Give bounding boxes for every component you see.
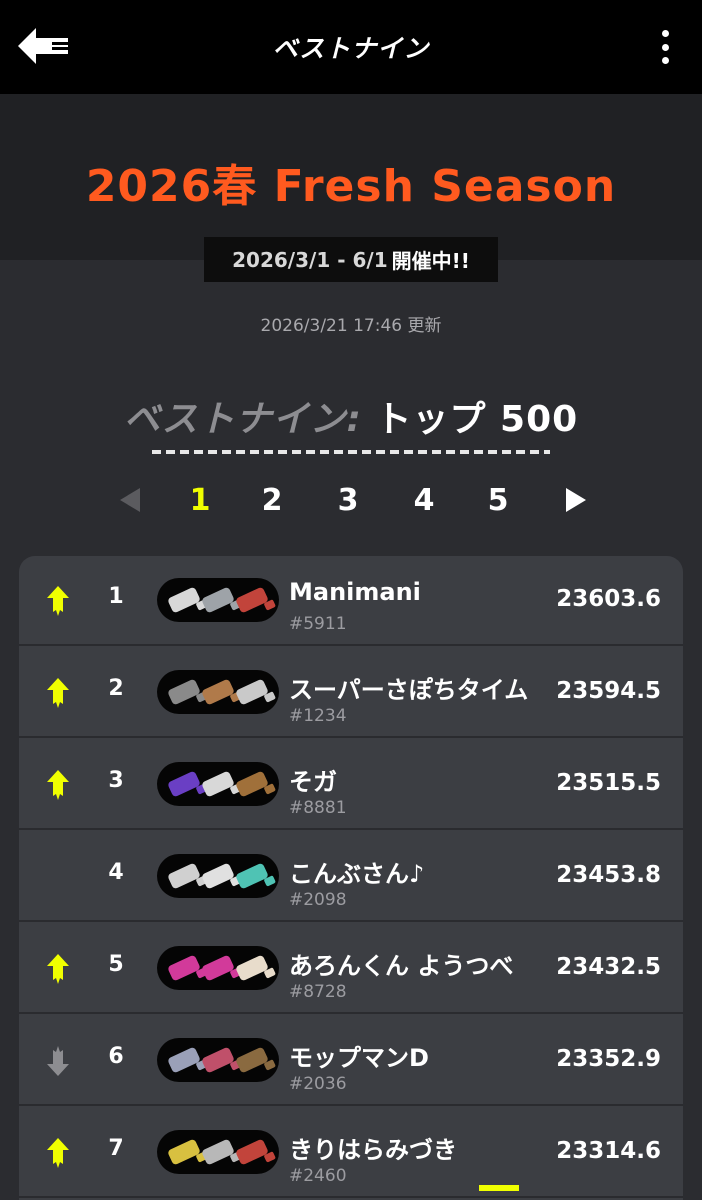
weapon-icon bbox=[167, 586, 201, 614]
weapon-icon bbox=[235, 954, 269, 982]
season-status: 開催中!! bbox=[391, 249, 470, 273]
weapon-icon bbox=[235, 1046, 269, 1074]
rank-up-icon bbox=[47, 678, 69, 708]
ranking-row[interactable]: 2 スーパーさぽちタイム #1234 23594.5 bbox=[19, 648, 683, 738]
player-score: 23314.6 bbox=[556, 1138, 661, 1164]
weapon-icon bbox=[235, 1138, 269, 1166]
rank-number: 3 bbox=[108, 768, 124, 793]
weapon-icon bbox=[235, 586, 269, 614]
player-tag: #2098 bbox=[289, 890, 347, 910]
next-page-icon[interactable] bbox=[556, 478, 596, 522]
weapon-icon bbox=[201, 1046, 235, 1074]
page-title: ベストナイン bbox=[272, 34, 430, 63]
page-1-button[interactable]: 1 bbox=[180, 478, 220, 522]
weapon-loadout bbox=[157, 670, 279, 714]
rank-down-icon bbox=[47, 1046, 69, 1076]
player-tag: #2460 bbox=[289, 1166, 347, 1186]
player-name: きりはらみづき bbox=[289, 1136, 457, 1164]
player-score: 23594.5 bbox=[556, 678, 661, 704]
weapon-icon bbox=[167, 770, 201, 798]
rank-up-icon bbox=[47, 1138, 69, 1168]
season-date-range: 2026/3/1 - 6/1 bbox=[232, 247, 388, 272]
page-4-button[interactable]: 4 bbox=[404, 478, 444, 522]
weapon-loadout bbox=[157, 854, 279, 898]
weapon-loadout bbox=[157, 578, 279, 622]
rank-number: 2 bbox=[108, 676, 124, 701]
ranking-row[interactable]: 7 きりはらみづき #2460 23314.6 bbox=[19, 1108, 683, 1198]
weapon-icon bbox=[235, 862, 269, 890]
weapon-icon bbox=[167, 862, 201, 890]
season-dates-badge: 2026/3/1 - 6/1 開催中!! bbox=[204, 237, 498, 282]
ranking-row[interactable]: 5 あろんくん ようつべ #8728 23432.5 bbox=[19, 924, 683, 1014]
weapon-loadout bbox=[157, 1038, 279, 1082]
player-tag: #8728 bbox=[289, 982, 347, 1002]
weapon-icon bbox=[167, 1046, 201, 1074]
rank-number: 1 bbox=[108, 584, 124, 609]
weapon-icon bbox=[201, 954, 235, 982]
weapon-icon bbox=[201, 770, 235, 798]
player-score: 23453.8 bbox=[556, 862, 661, 888]
player-name: そガ bbox=[289, 768, 337, 796]
player-name: モップマンD bbox=[289, 1044, 429, 1072]
updated-timestamp: 2026/3/21 17:46 更新 bbox=[260, 316, 442, 336]
player-name: Manimani bbox=[289, 578, 421, 606]
player-name: こんぶさん♪ bbox=[289, 860, 425, 888]
section-heading-main: トップ 500 bbox=[375, 399, 579, 440]
player-name: スーパーさぽちタイム bbox=[289, 676, 529, 704]
pagination: 1 2 3 4 5 bbox=[110, 478, 590, 522]
player-tag: #1234 bbox=[289, 706, 347, 726]
rank-number: 7 bbox=[108, 1136, 124, 1161]
player-tag: #8881 bbox=[289, 798, 347, 818]
weapon-icon bbox=[201, 678, 235, 706]
back-arrow-icon[interactable] bbox=[16, 26, 70, 66]
weapon-loadout bbox=[157, 1130, 279, 1174]
weapon-icon bbox=[235, 678, 269, 706]
top-bar: ベストナイン bbox=[0, 0, 702, 94]
ranking-list: 1 Manimani #5911 23603.6 2 スーパーさぽちタイム #1… bbox=[19, 556, 683, 1200]
page-2-button[interactable]: 2 bbox=[252, 478, 292, 522]
rank-number: 5 bbox=[108, 952, 124, 977]
weapon-icon bbox=[167, 678, 201, 706]
ranking-row[interactable]: 4 こんぶさん♪ #2098 23453.8 bbox=[19, 832, 683, 922]
weapon-icon bbox=[167, 1138, 201, 1166]
rank-number: 4 bbox=[108, 860, 124, 885]
player-score: 23515.5 bbox=[556, 770, 661, 796]
rank-number: 6 bbox=[108, 1044, 124, 1069]
player-tag: #2036 bbox=[289, 1074, 347, 1094]
ranking-row[interactable]: 1 Manimani #5911 23603.6 bbox=[19, 556, 683, 646]
weapon-icon bbox=[235, 770, 269, 798]
section-heading-prefix: ベストナイン: bbox=[123, 399, 362, 440]
weapon-loadout bbox=[157, 762, 279, 806]
rank-up-icon bbox=[47, 770, 69, 800]
weapon-icon bbox=[201, 1138, 235, 1166]
rank-up-icon bbox=[47, 954, 69, 984]
player-score: 23352.9 bbox=[556, 1046, 661, 1072]
weapon-icon bbox=[201, 586, 235, 614]
scroll-indicator bbox=[479, 1185, 519, 1191]
player-score: 23603.6 bbox=[556, 586, 661, 612]
ranking-row[interactable]: 6 モップマンD #2036 23352.9 bbox=[19, 1016, 683, 1106]
more-options-icon[interactable] bbox=[658, 30, 672, 64]
page-5-button[interactable]: 5 bbox=[478, 478, 518, 522]
player-name: あろんくん ようつべ bbox=[289, 952, 514, 980]
section-heading: ベストナイン: トップ 500 bbox=[0, 390, 702, 442]
weapon-icon bbox=[201, 862, 235, 890]
season-title: 2026春 Fresh Season bbox=[85, 161, 617, 212]
prev-page-icon[interactable] bbox=[110, 478, 150, 522]
ranking-row[interactable]: 3 そガ #8881 23515.5 bbox=[19, 740, 683, 830]
weapon-loadout bbox=[157, 946, 279, 990]
player-score: 23432.5 bbox=[556, 954, 661, 980]
player-tag: #5911 bbox=[289, 614, 347, 634]
page-3-button[interactable]: 3 bbox=[328, 478, 368, 522]
dashed-divider bbox=[152, 450, 550, 454]
rank-up-icon bbox=[47, 586, 69, 616]
weapon-icon bbox=[167, 954, 201, 982]
